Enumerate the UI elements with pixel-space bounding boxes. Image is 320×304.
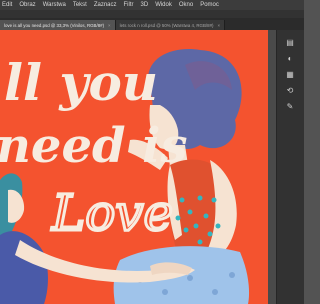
lettering-line-1: ll you [4,53,158,112]
tab-love-is-all-you-need[interactable]: love is all you need.psd @ 33,3% (Vinilo… [0,20,116,30]
menu-warstwa[interactable]: Warstwa [43,2,66,8]
menu-obraz[interactable]: Obraz [19,2,35,8]
tab-lets-rock-n-roll[interactable]: lets rock n roll.psd @ 50% (Warstwa 4, R… [115,20,226,30]
menu-zaznacz[interactable]: Zaznacz [94,2,117,8]
menu-filtr[interactable]: Filtr [124,2,134,8]
tab-label: love is all you need.psd @ 33,3% (Vinilo… [4,22,105,28]
tab-label: lets rock n roll.psd @ 50% (Warstwa 4, R… [119,22,214,28]
menu-okno[interactable]: Okno [179,2,193,8]
menu-edit[interactable]: Edit [2,2,12,8]
menu-bar: Edit Obraz Warstwa Tekst Zaznacz Filtr 3… [0,0,304,10]
menu-pomoc[interactable]: Pomoc [200,2,219,8]
panel-dock: ▤ ◐ ▦ ⟲ ✎ [276,30,304,304]
menu-tekst[interactable]: Tekst [73,2,87,8]
paths-icon[interactable]: ✎ [284,102,296,112]
close-icon[interactable]: × [217,23,220,28]
menu-3d[interactable]: 3D [141,2,149,8]
adjust-icon[interactable]: ◐ [284,54,296,64]
artwork-illustration: ll you need is Love [0,30,268,304]
document-canvas[interactable]: ll you need is Love [0,30,268,304]
document-tab-bar: love is all you need.psd @ 33,3% (Vinilo… [0,18,304,30]
vertical-scrollbar[interactable] [268,30,276,304]
swatches-icon[interactable]: ▦ [284,70,296,80]
menu-widok[interactable]: Widok [155,2,172,8]
lettering-line-3: Love [51,184,173,242]
history-icon[interactable]: ⟲ [284,86,296,96]
lettering-line-2: need is [0,118,188,174]
close-icon[interactable]: × [108,23,111,28]
layers-icon[interactable]: ▤ [284,38,296,48]
